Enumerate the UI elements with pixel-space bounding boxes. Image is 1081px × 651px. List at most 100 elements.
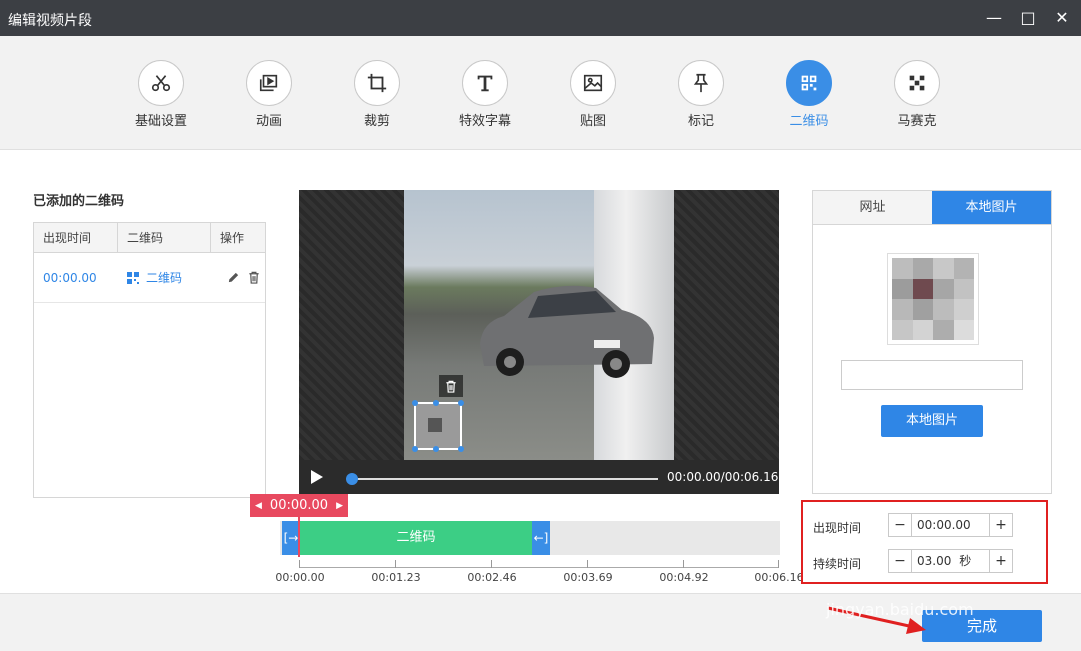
tool-label: 贴图: [579, 114, 606, 129]
video-preview[interactable]: [299, 190, 779, 460]
table-header: 出现时间 二维码 操作: [34, 223, 265, 253]
scissors-icon: [138, 60, 184, 106]
time-readout: 00:00.00/00:06.16: [667, 470, 779, 484]
playhead[interactable]: [298, 517, 300, 557]
tool-label: 裁剪: [363, 114, 390, 129]
qr-code-icon: [786, 60, 832, 106]
tool-qr-code[interactable]: 二维码: [764, 60, 854, 129]
column-header-qr: 二维码: [118, 223, 211, 252]
ruler-label: 00:04.92: [659, 571, 709, 584]
edit-icon[interactable]: [227, 271, 240, 284]
tool-marker[interactable]: 标记: [656, 60, 746, 129]
qr-overlay[interactable]: [412, 400, 464, 452]
current-time: 00:00.00: [269, 498, 329, 513]
ruler-label: 00:02.46: [467, 571, 517, 584]
tool-label: 标记: [687, 114, 714, 129]
clip-end-handle[interactable]: ←]: [532, 521, 550, 555]
ruler-tick: [395, 560, 396, 568]
ruler-label: 00:06.16: [754, 571, 804, 584]
appear-time-minus-button[interactable]: −: [888, 513, 912, 537]
column-header-time: 出现时间: [34, 223, 118, 252]
overlay-delete-button[interactable]: [439, 375, 463, 397]
duration-minus-button[interactable]: −: [888, 549, 912, 573]
ruler-tick: [683, 560, 684, 568]
qr-image-preview: [887, 253, 979, 345]
image-icon: [570, 60, 616, 106]
timeline-ruler: [299, 560, 779, 568]
maximize-button[interactable]: □: [1016, 6, 1040, 30]
tool-label: 二维码: [789, 114, 829, 129]
ruler-label: 00:00.00: [275, 571, 325, 584]
appear-time-plus-button[interactable]: +: [989, 513, 1013, 537]
timeline-clip[interactable]: 二维码: [300, 521, 532, 555]
ruler-tick: [587, 560, 588, 568]
added-qr-title: 已添加的二维码: [33, 194, 125, 209]
qr-source-panel: 网址 本地图片 本地图片: [812, 190, 1052, 494]
tool-label: 动画: [255, 114, 282, 129]
resize-handle[interactable]: [412, 400, 418, 406]
current-time-tag[interactable]: ◀ 00:00.00 ▶: [250, 494, 348, 517]
tab-url[interactable]: 网址: [813, 191, 932, 225]
resize-handle[interactable]: [433, 400, 439, 406]
tool-label: 基础设置: [134, 114, 187, 129]
tool-animation[interactable]: 动画: [224, 60, 314, 129]
qr-list-table: 出现时间 二维码 操作 00:00.00 二维码: [33, 222, 266, 498]
animation-icon: [246, 60, 292, 106]
trash-icon: [446, 380, 456, 393]
resize-handle[interactable]: [433, 446, 439, 452]
row-time: 00:00.00: [43, 270, 97, 285]
ruler-tick: [778, 560, 779, 568]
video-frame: [404, 190, 674, 460]
tool-bar: 基础设置 动画 裁剪 特效字幕 贴图 标记 二维码 马赛克: [0, 36, 1081, 150]
duration-value: 03.00: [917, 554, 952, 568]
delete-icon[interactable]: [248, 271, 260, 284]
timeline-track[interactable]: [→ 二维码 ←]: [280, 521, 780, 555]
duration-plus-button[interactable]: +: [989, 549, 1013, 573]
qr-code-icon: [127, 271, 139, 284]
qr-overlay-center: [428, 418, 442, 432]
tool-text-effects[interactable]: 特效字幕: [440, 60, 530, 129]
video-car: [480, 285, 654, 378]
progress-knob[interactable]: [346, 473, 358, 485]
close-button[interactable]: ✕: [1050, 6, 1074, 30]
local-image-button[interactable]: 本地图片: [881, 405, 983, 437]
ruler-label: 00:03.69: [563, 571, 613, 584]
chevron-right-icon[interactable]: ▶: [336, 501, 343, 511]
resize-handle[interactable]: [458, 400, 464, 406]
resize-handle[interactable]: [458, 446, 464, 452]
tool-label: 特效字幕: [458, 114, 511, 129]
chevron-left-icon[interactable]: ◀: [255, 501, 262, 511]
bracket-right-icon: ←]: [533, 531, 549, 545]
image-path-input[interactable]: [841, 360, 1023, 390]
play-icon[interactable]: [305, 466, 327, 488]
tool-sticker[interactable]: 贴图: [548, 60, 638, 129]
tool-crop[interactable]: 裁剪: [332, 60, 422, 129]
player-controls: 00:00.00/00:06.16: [299, 460, 779, 494]
row-actions: [211, 271, 265, 284]
appear-time-label: 出现时间: [813, 521, 862, 535]
table-row[interactable]: 00:00.00 二维码: [34, 253, 265, 303]
ruler-label: 00:01.23: [371, 571, 421, 584]
resize-handle[interactable]: [412, 446, 418, 452]
clip-label: 二维码: [396, 530, 436, 545]
appear-time-input[interactable]: 00:00.00: [912, 513, 990, 537]
ruler-tick: [491, 560, 492, 568]
progress-track[interactable]: [348, 478, 658, 480]
duration-unit: 秒: [959, 554, 972, 568]
source-tabs: 网址 本地图片: [813, 191, 1051, 225]
row-qr-name: 二维码: [146, 271, 183, 285]
mosaic-icon: [894, 60, 940, 106]
duration-input[interactable]: 03.00 秒: [912, 549, 990, 573]
minimize-button[interactable]: —: [982, 6, 1006, 30]
ruler-tick: [299, 560, 300, 568]
tool-basic-settings[interactable]: 基础设置: [116, 60, 206, 129]
watermark: jingyan.baidu.com: [826, 600, 974, 619]
column-header-actions: 操作: [220, 231, 245, 245]
pin-icon: [678, 60, 724, 106]
tool-label: 马赛克: [897, 114, 937, 129]
tool-mosaic[interactable]: 马赛克: [872, 60, 962, 129]
row-qr: 二维码: [118, 269, 211, 286]
title-bar: 编辑视频片段 — □ ✕: [0, 0, 1081, 36]
mosaic-preview: [892, 258, 974, 340]
tab-local-image[interactable]: 本地图片: [932, 191, 1051, 225]
